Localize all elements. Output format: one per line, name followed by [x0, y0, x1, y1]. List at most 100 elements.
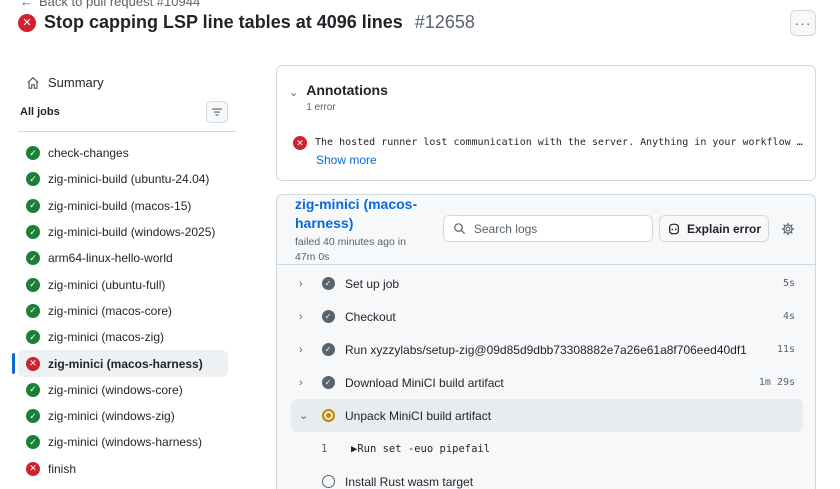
- check-circle-icon: ✓: [26, 172, 40, 187]
- job-label: zig-minici (ubuntu-full): [48, 277, 166, 292]
- sidebar-job-item[interactable]: ✓ zig-minici (windows-harness): [18, 429, 238, 455]
- step-list: › ✓ Set up job 5s › ✓ Checkout 4s › ✓ Run xyzzylab…: [291, 267, 803, 489]
- job-label: zig-minici (macos-harness): [48, 356, 203, 371]
- back-to-pull-request-link[interactable]: ← Back to pull request #10944: [20, 0, 200, 9]
- log-step[interactable]: Install Rust wasm target: [291, 465, 803, 489]
- show-more-link[interactable]: Show more: [316, 153, 377, 167]
- step-name: Unpack MiniCI build artifact: [345, 408, 492, 423]
- search-logs-box[interactable]: [443, 215, 653, 242]
- annotation-text: The hosted runner lost communication wit…: [315, 137, 805, 148]
- check-circle-icon: ✓: [26, 225, 40, 240]
- sidebar-job-item[interactable]: ✓ zig-minici-build (windows-2025): [18, 219, 238, 245]
- check-circle-icon: ✓: [26, 382, 40, 397]
- job-meta-line-1: failed 40 minutes ago in: [295, 236, 406, 248]
- check-circle-icon: ✓: [26, 251, 40, 266]
- annotations-header[interactable]: ⌄ Annotations 1 error: [289, 82, 388, 113]
- step-name: Set up job: [345, 276, 400, 291]
- job-name[interactable]: zig-minici (macos- harness): [295, 195, 425, 233]
- chevron-right-icon: ›: [299, 343, 303, 356]
- step-done-icon: ✓: [321, 277, 335, 291]
- job-label: zig-minici (windows-core): [48, 382, 183, 397]
- explain-error-label: Explain error: [686, 221, 762, 236]
- sidebar-job-item[interactable]: ✓ zig-minici (ubuntu-full): [18, 271, 238, 297]
- sidebar-job-item[interactable]: ✓ zig-minici-build (ubuntu-24.04): [18, 166, 238, 192]
- gear-icon: [781, 222, 795, 236]
- search-icon: [454, 223, 465, 234]
- sidebar-job-item[interactable]: ✓ arm64-linux-hello-world: [18, 245, 238, 271]
- step-status-dot: ✓: [321, 376, 335, 389]
- job-label: finish: [48, 461, 77, 476]
- step-duration: 11s: [776, 344, 795, 355]
- job-name-line-2: harness): [295, 215, 354, 231]
- sidebar-job-item[interactable]: ✕ finish: [18, 456, 238, 482]
- sidebar-job-item[interactable]: ✓ check-changes: [18, 140, 238, 166]
- filter-jobs-button[interactable]: [206, 101, 228, 123]
- step-name: Install Rust wasm target: [345, 474, 474, 489]
- sidebar-job-item[interactable]: ✓ zig-minici (windows-core): [18, 377, 238, 403]
- failure-icon: ✕: [26, 356, 40, 371]
- step-name: Checkout: [345, 309, 396, 324]
- job-meta-line-2: 47m 0s: [295, 251, 330, 263]
- log-settings-button[interactable]: [779, 220, 797, 238]
- log-step[interactable]: › ✓ Set up job 5s: [291, 267, 803, 300]
- summary-label: Summary: [48, 75, 104, 90]
- step-name: Run xyzzylabs/setup-zig@09d85d9dbb733088…: [345, 342, 747, 357]
- step-pending-icon: [321, 475, 335, 489]
- check-circle-icon: ✓: [26, 146, 40, 161]
- step-status-dot: ✓: [321, 343, 335, 356]
- log-step[interactable]: › ✓ Run xyzzylabs/setup-zig@09d85d9dbb7330…: [291, 333, 803, 366]
- failure-icon: ✕: [26, 461, 40, 476]
- annotation-message: ✕ The hosted runner lost communication w…: [293, 136, 805, 150]
- log-output-line: 1 ▶Run set -euo pipefail: [291, 432, 803, 465]
- log-line-text[interactable]: ▶Run set -euo pipefail: [351, 443, 490, 455]
- job-label: check-changes: [48, 146, 129, 161]
- step-name: Download MiniCI build artifact: [345, 375, 504, 390]
- check-circle-icon: ✓: [26, 198, 40, 213]
- job-label: zig-minici-build (macos-15): [48, 198, 192, 213]
- check-circle-icon: ✓: [26, 435, 40, 450]
- explain-error-button[interactable]: Explain error: [659, 215, 769, 242]
- job-label: zig-minici-build (ubuntu-24.04): [48, 172, 210, 187]
- step-duration: 5s: [782, 278, 795, 289]
- sidebar-job-item[interactable]: ✓ zig-minici (macos-zig): [18, 324, 238, 350]
- log-step[interactable]: ⌄ Unpack MiniCI build artifact: [291, 399, 803, 432]
- step-status-dot: ✓: [321, 310, 335, 323]
- step-done-icon: ✓: [321, 343, 335, 357]
- sidebar-job-item[interactable]: ✓ zig-minici (windows-zig): [18, 403, 238, 429]
- back-link-label: Back to pull request #10944: [39, 0, 201, 9]
- job-header: zig-minici (macos- harness) failed 40 mi…: [295, 195, 425, 265]
- page-title-row: ✕ Stop capping LSP line tables at 4096 l…: [18, 12, 475, 33]
- failure-status-icon: ✕: [18, 13, 36, 32]
- sidebar-job-item[interactable]: ✓ zig-minici (macos-core): [18, 298, 238, 324]
- job-label: zig-minici-build (windows-2025): [48, 225, 216, 240]
- job-meta: failed 40 minutes ago in 47m 0s: [295, 235, 425, 265]
- page-title: Stop capping LSP line tables at 4096 lin…: [44, 12, 403, 32]
- arrow-left-icon: ←: [20, 0, 33, 9]
- home-icon: [27, 76, 39, 89]
- search-logs-input[interactable]: [473, 221, 643, 236]
- chevron-right-icon: ›: [299, 277, 303, 290]
- chevron-down-icon: ⌄: [289, 87, 299, 99]
- summary-link[interactable]: Summary: [18, 70, 238, 95]
- step-duration: 1m 29s: [758, 377, 795, 388]
- step-duration: 4s: [782, 311, 795, 322]
- check-circle-icon: ✓: [26, 303, 40, 318]
- annotations-count: 1 error: [306, 102, 336, 113]
- copilot-icon: [668, 223, 679, 234]
- check-circle-icon: ✓: [26, 409, 40, 424]
- annotations-title: Annotations: [306, 82, 388, 98]
- job-label: zig-minici (windows-harness): [48, 435, 203, 450]
- chevron-down-icon: ⌄: [299, 410, 309, 422]
- log-step[interactable]: › ✓ Checkout 4s: [291, 300, 803, 333]
- log-step[interactable]: › ✓ Download MiniCI build artifact 1m 29s: [291, 366, 803, 399]
- chevron-right-icon: ›: [299, 310, 303, 323]
- job-label: arm64-linux-hello-world: [48, 251, 173, 266]
- sidebar: Summary All jobs ✓ check-changes ✓ zig-mini…: [12, 70, 238, 482]
- job-label: zig-minici (windows-zig): [48, 409, 175, 424]
- sidebar-job-item[interactable]: ✕ zig-minici (macos-harness): [12, 350, 228, 377]
- log-line-number: 1: [321, 442, 328, 455]
- more-options-button[interactable]: ···: [790, 10, 816, 36]
- step-status-dot: [321, 409, 335, 422]
- job-label: zig-minici (macos-zig): [48, 330, 165, 345]
- sidebar-job-item[interactable]: ✓ zig-minici-build (macos-15): [18, 193, 238, 219]
